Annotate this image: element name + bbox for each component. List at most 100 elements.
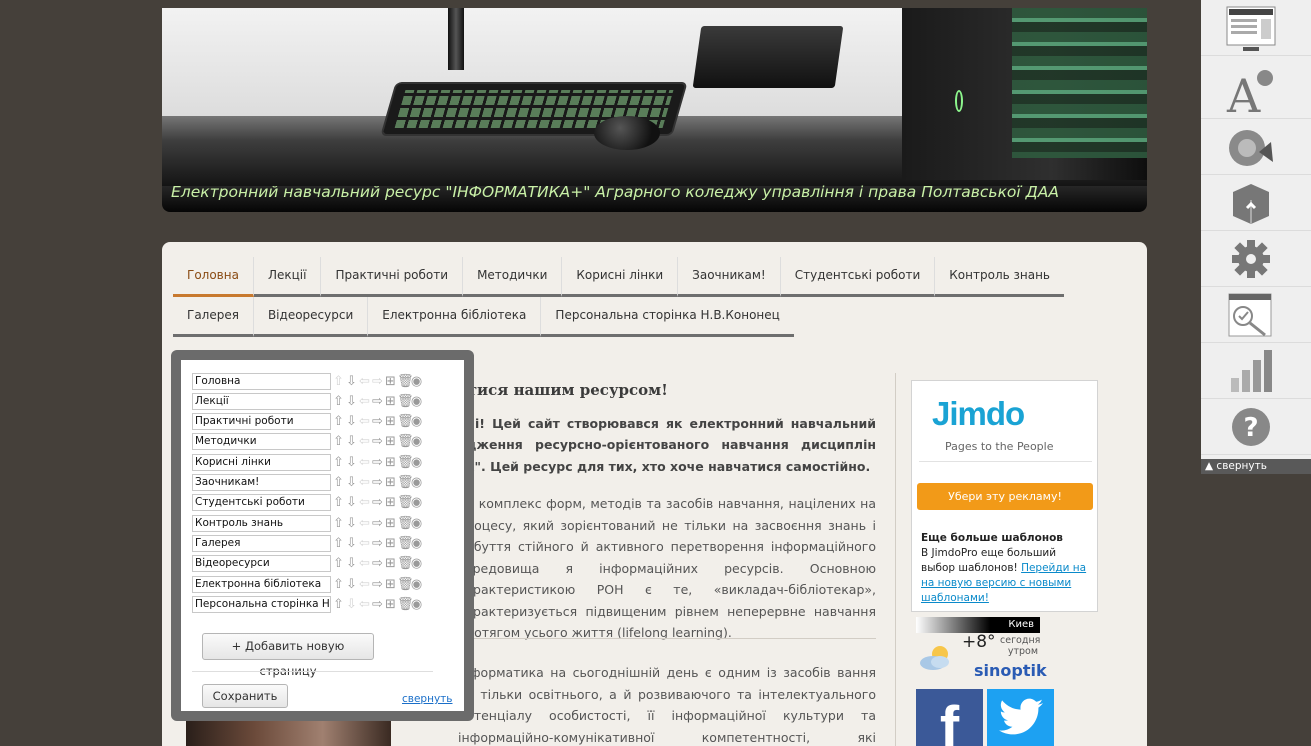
indent-left-icon[interactable]: ⇦ (358, 475, 371, 490)
indent-right-icon[interactable]: ⇨ (371, 434, 384, 449)
page-name-input[interactable]: Електронна бібліотека (192, 575, 331, 593)
move-down-icon[interactable]: ⇩ (345, 495, 358, 510)
visibility-icon[interactable]: ◉ (410, 536, 423, 551)
page-name-input[interactable]: Заочникам! (192, 474, 331, 491)
indent-right-icon[interactable]: ⇨ (371, 374, 384, 389)
visibility-icon[interactable]: ◉ (410, 434, 423, 449)
page-name-input[interactable]: Головна (192, 372, 331, 390)
add-subpage-icon[interactable]: ⊞ (384, 536, 397, 551)
move-up-icon[interactable]: ⇧ (332, 556, 345, 571)
page-name-input[interactable]: Корисні лінки (192, 453, 331, 471)
indent-right-icon[interactable]: ⇨ (371, 495, 384, 510)
toolbar-collapse-button[interactable]: ▲ свернуть (1201, 459, 1311, 474)
indent-left-icon[interactable]: ⇦ (358, 536, 371, 551)
nav-item-links[interactable]: Корисні лінки (562, 257, 679, 297)
indent-right-icon[interactable]: ⇨ (371, 556, 384, 571)
indent-right-icon[interactable]: ⇨ (371, 455, 384, 470)
move-down-icon[interactable]: ⇩ (345, 577, 358, 592)
delete-icon[interactable]: 🗑 (397, 394, 414, 409)
move-down-icon[interactable]: ⇩ (345, 414, 358, 429)
weather-widget[interactable]: Киев +8° сегодня утром sinoptik (916, 617, 1047, 685)
indent-left-icon[interactable]: ⇦ (358, 374, 371, 389)
indent-left-icon[interactable]: ⇦ (358, 434, 371, 449)
page-name-input[interactable]: Галерея (192, 534, 331, 552)
indent-right-icon[interactable]: ⇨ (371, 516, 384, 531)
delete-icon[interactable]: 🗑 (397, 414, 414, 429)
move-up-icon[interactable]: ⇧ (332, 455, 345, 470)
visibility-icon[interactable]: ◉ (410, 577, 423, 592)
visibility-icon[interactable]: ◉ (410, 475, 423, 490)
visibility-icon[interactable]: ◉ (410, 414, 423, 429)
move-up-icon[interactable]: ⇧ (332, 374, 345, 389)
page-name-input[interactable]: Контроль знань (192, 514, 331, 532)
nav-item-video[interactable]: Відеоресурси (253, 297, 369, 337)
toolbar-seo[interactable] (1201, 287, 1311, 343)
add-subpage-icon[interactable]: ⊞ (384, 394, 397, 409)
move-down-icon[interactable]: ⇩ (345, 434, 358, 449)
delete-icon[interactable]: 🗑 (397, 434, 414, 449)
add-subpage-icon[interactable]: ⊞ (384, 455, 397, 470)
facebook-icon[interactable]: f (916, 689, 983, 746)
editor-collapse-link[interactable]: свернуть (402, 693, 452, 705)
move-up-icon[interactable]: ⇧ (332, 434, 345, 449)
remove-ad-button[interactable]: Убери эту рекламу! (917, 483, 1093, 510)
indent-right-icon[interactable]: ⇨ (371, 577, 384, 592)
delete-icon[interactable]: 🗑 (397, 374, 414, 389)
indent-right-icon[interactable]: ⇨ (371, 475, 384, 490)
move-up-icon[interactable]: ⇧ (332, 536, 345, 551)
indent-right-icon[interactable]: ⇨ (371, 597, 384, 612)
add-subpage-icon[interactable]: ⊞ (384, 414, 397, 429)
page-name-input[interactable]: Практичні роботи (192, 413, 331, 431)
move-down-icon[interactable]: ⇩ (345, 475, 358, 490)
nav-item-student-works[interactable]: Студентські роботи (780, 257, 936, 297)
delete-icon[interactable]: 🗑 (397, 455, 414, 470)
move-up-icon[interactable]: ⇧ (332, 475, 345, 490)
move-down-icon[interactable]: ⇩ (345, 597, 358, 612)
delete-icon[interactable]: 🗑 (397, 516, 414, 531)
move-down-icon[interactable]: ⇩ (345, 374, 358, 389)
indent-left-icon[interactable]: ⇦ (358, 394, 371, 409)
page-name-input[interactable]: Лекції (192, 392, 331, 410)
visibility-icon[interactable]: ◉ (410, 556, 423, 571)
indent-left-icon[interactable]: ⇦ (358, 414, 371, 429)
nav-item-lectures[interactable]: Лекції (253, 257, 322, 297)
move-up-icon[interactable]: ⇧ (332, 495, 345, 510)
delete-icon[interactable]: 🗑 (397, 536, 414, 551)
toolbar-package[interactable] (1201, 175, 1311, 231)
add-subpage-icon[interactable]: ⊞ (384, 556, 397, 571)
move-down-icon[interactable]: ⇩ (345, 556, 358, 571)
move-down-icon[interactable]: ⇩ (345, 516, 358, 531)
delete-icon[interactable]: 🗑 (397, 475, 414, 490)
move-up-icon[interactable]: ⇧ (332, 394, 345, 409)
move-down-icon[interactable]: ⇩ (345, 394, 358, 409)
delete-icon[interactable]: 🗑 (397, 597, 414, 612)
toolbar-style[interactable]: A (1201, 63, 1311, 119)
indent-left-icon[interactable]: ⇦ (358, 556, 371, 571)
nav-item-personal-page[interactable]: Персональна сторінка Н.В.Кононец (541, 297, 794, 337)
page-name-input[interactable]: Відеоресурси (192, 555, 331, 573)
move-up-icon[interactable]: ⇧ (332, 597, 345, 612)
indent-left-icon[interactable]: ⇦ (358, 495, 371, 510)
delete-icon[interactable]: 🗑 (397, 556, 414, 571)
indent-right-icon[interactable]: ⇨ (371, 536, 384, 551)
move-down-icon[interactable]: ⇩ (345, 536, 358, 551)
indent-left-icon[interactable]: ⇦ (358, 516, 371, 531)
toolbar-statistics[interactable] (1201, 343, 1311, 399)
visibility-icon[interactable]: ◉ (410, 455, 423, 470)
visibility-icon[interactable]: ◉ (410, 597, 423, 612)
add-subpage-icon[interactable]: ⊞ (384, 597, 397, 612)
nav-item-manuals[interactable]: Методички (463, 257, 563, 297)
nav-item-practical[interactable]: Практичні роботи (321, 257, 464, 297)
add-subpage-icon[interactable]: ⊞ (384, 374, 397, 389)
move-down-icon[interactable]: ⇩ (345, 455, 358, 470)
indent-right-icon[interactable]: ⇨ (371, 414, 384, 429)
move-up-icon[interactable]: ⇧ (332, 516, 345, 531)
visibility-icon[interactable]: ◉ (410, 374, 423, 389)
toolbar-sound[interactable] (1201, 119, 1311, 175)
nav-item-gallery[interactable]: Галерея (173, 297, 254, 337)
add-subpage-icon[interactable]: ⊞ (384, 516, 397, 531)
move-up-icon[interactable]: ⇧ (332, 577, 345, 592)
toolbar-help[interactable]: ? (1201, 399, 1311, 455)
indent-right-icon[interactable]: ⇨ (371, 394, 384, 409)
indent-left-icon[interactable]: ⇦ (358, 597, 371, 612)
